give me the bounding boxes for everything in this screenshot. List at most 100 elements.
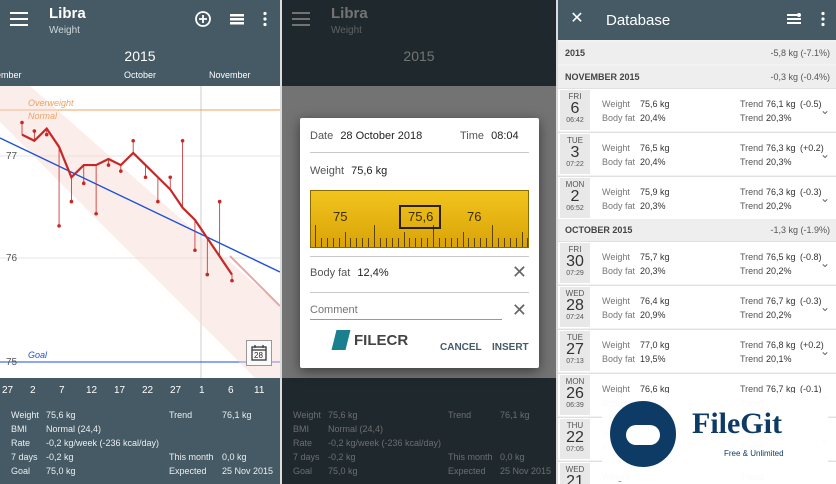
comment-input[interactable] bbox=[310, 300, 502, 320]
bodyfat-field[interactable]: Body fat 12,4% bbox=[310, 267, 389, 279]
database-entry[interactable]: TUE 27 07:13 Weight 77,0 kg Body fat 19,5% Tren… bbox=[558, 329, 836, 372]
filegit-logo-icon bbox=[610, 401, 676, 467]
ruler-tick bbox=[438, 238, 440, 247]
weight-chart[interactable]: Overweight Normal Goal 77 76 75 28 bbox=[0, 86, 280, 378]
weight-point[interactable] bbox=[94, 211, 98, 216]
entry-day: 27 bbox=[566, 341, 584, 358]
ruler-left-value: 75 bbox=[333, 209, 348, 224]
trend-field-label: Trend bbox=[740, 201, 764, 211]
section-label: OCTOBER 2015 bbox=[565, 225, 633, 235]
app-bar: ✕ Database bbox=[558, 0, 836, 40]
weight-point[interactable] bbox=[217, 199, 222, 204]
weight-point[interactable] bbox=[168, 175, 173, 180]
ruler-tick bbox=[492, 225, 493, 247]
stat-value: 75,0 kg bbox=[46, 466, 76, 476]
clear-bodyfat-icon[interactable]: ✕ bbox=[512, 262, 527, 283]
ruler-tick bbox=[415, 238, 417, 247]
ruler-tick bbox=[356, 238, 358, 247]
entry-day: 21 bbox=[566, 473, 584, 484]
database-entry[interactable]: FRI 6 06:42 Weight 75,6 kg Body fat 20,4% Trend… bbox=[558, 88, 836, 131]
date-field[interactable]: Date 28 October 2018 bbox=[310, 130, 422, 142]
entry-time: 07:29 bbox=[566, 270, 584, 277]
entry-trend: 76,1 kg bbox=[766, 99, 796, 109]
weight-point[interactable] bbox=[193, 248, 197, 253]
weight-point[interactable] bbox=[180, 138, 185, 143]
chevron-down-icon[interactable]: ⌄ bbox=[820, 344, 830, 358]
weight-point[interactable] bbox=[20, 120, 24, 125]
section-label: 2015 bbox=[565, 48, 586, 58]
month-label: October bbox=[124, 70, 157, 80]
entry-trend-bodyfat: 20,2% bbox=[766, 266, 792, 276]
app-title: Libra bbox=[49, 5, 86, 22]
x-tick-label: 11 bbox=[254, 385, 265, 396]
database-title: Database bbox=[606, 12, 671, 29]
timeline-header[interactable]: 2015 ember October November bbox=[0, 40, 280, 86]
menu-icon[interactable] bbox=[10, 12, 28, 26]
entry-time: 07:13 bbox=[566, 358, 584, 365]
ruler-tick bbox=[391, 238, 393, 247]
entry-time: 07:05 bbox=[566, 446, 584, 453]
entry-date: TUE 3 07:22 bbox=[560, 134, 590, 174]
stat-value: 75,6 kg bbox=[46, 410, 76, 420]
ruler-tick bbox=[350, 238, 352, 247]
sort-filter-icon[interactable] bbox=[785, 10, 803, 28]
app-subtitle: Weight bbox=[49, 25, 80, 36]
weight-ruler[interactable]: 75 75,6 76 bbox=[310, 190, 529, 248]
cancel-button[interactable]: CANCEL bbox=[440, 342, 482, 353]
trend-field-label: Trend bbox=[740, 187, 764, 197]
clear-comment-icon[interactable]: ✕ bbox=[512, 300, 527, 321]
list-icon[interactable] bbox=[228, 10, 246, 28]
trend-field-label: Trend bbox=[740, 252, 764, 262]
weight-point[interactable] bbox=[205, 272, 210, 277]
weight-point[interactable] bbox=[143, 175, 148, 180]
insert-button[interactable]: INSERT bbox=[492, 342, 529, 353]
more-vert-icon[interactable] bbox=[814, 10, 832, 28]
ruler-tick bbox=[326, 238, 328, 247]
weight-point[interactable] bbox=[106, 163, 111, 167]
ruler-tick bbox=[450, 238, 452, 247]
chevron-down-icon[interactable]: ⌄ bbox=[820, 300, 830, 314]
weight-point[interactable] bbox=[57, 224, 61, 228]
time-field[interactable]: Time 08:04 bbox=[460, 130, 519, 142]
entry-trend: 76,8 kg bbox=[766, 340, 796, 350]
chevron-down-icon[interactable]: ⌄ bbox=[820, 147, 830, 161]
weight-point[interactable] bbox=[119, 169, 123, 173]
entry-day: 30 bbox=[566, 253, 584, 270]
chart-svg: Overweight Normal Goal 77 76 75 bbox=[0, 86, 280, 378]
calendar-button[interactable]: 28 bbox=[246, 340, 272, 366]
more-vert-icon[interactable] bbox=[256, 10, 274, 28]
trend-field-label: Trend bbox=[740, 157, 764, 167]
weight-point[interactable] bbox=[230, 278, 234, 283]
bodyfat-label: Body fat bbox=[310, 267, 351, 279]
entry-trend-bodyfat: 20,3% bbox=[766, 157, 792, 167]
entry-trend-delta: (-0.3) bbox=[800, 296, 822, 306]
database-entry[interactable]: FRI 30 07:29 Weight 75,7 kg Body fat 20,3% Tren… bbox=[558, 241, 836, 284]
stat-value: Normal (24,4) bbox=[46, 424, 102, 434]
database-entry[interactable]: WED 28 07:24 Weight 76,4 kg Body fat 20,9% Tren… bbox=[558, 285, 836, 328]
ruler-tick bbox=[379, 238, 381, 247]
weight-point[interactable] bbox=[131, 138, 135, 143]
entry-trend-bodyfat: 20,1% bbox=[766, 354, 792, 364]
database-entry[interactable]: TUE 3 07:22 Weight 76,5 kg Body fat 20,4% Trend… bbox=[558, 132, 836, 175]
entry-day: 22 bbox=[566, 429, 584, 446]
chevron-down-icon[interactable]: ⌄ bbox=[820, 256, 830, 270]
weight-field: Weight 75,6 kg bbox=[310, 165, 387, 177]
section-header: OCTOBER 2015 -1,3 kg (-1.9%) bbox=[558, 219, 836, 241]
add-circle-icon[interactable] bbox=[194, 10, 212, 28]
close-icon[interactable]: ✕ bbox=[568, 10, 586, 28]
chevron-down-icon[interactable]: ⌄ bbox=[820, 191, 830, 205]
weight-point[interactable] bbox=[69, 199, 74, 204]
database-entry[interactable]: MON 2 06:52 Weight 75,9 kg Body fat 20,3% Trend… bbox=[558, 176, 836, 219]
weight-point[interactable] bbox=[44, 132, 49, 137]
normal-label: Normal bbox=[28, 111, 58, 121]
section-header: 2015 -5,8 kg (-7.1%) bbox=[558, 42, 836, 64]
entry-day: 2 bbox=[570, 188, 580, 205]
bodyfat-field-label: Body fat bbox=[602, 113, 636, 123]
x-tick-label: 1 bbox=[199, 385, 205, 396]
weight-value: 75,6 kg bbox=[351, 165, 388, 177]
chevron-down-icon[interactable]: ⌄ bbox=[820, 103, 830, 117]
y-tick-label: 75 bbox=[6, 357, 18, 368]
weight-point[interactable] bbox=[81, 181, 86, 186]
weight-point[interactable] bbox=[156, 199, 160, 204]
weight-point[interactable] bbox=[32, 129, 37, 133]
